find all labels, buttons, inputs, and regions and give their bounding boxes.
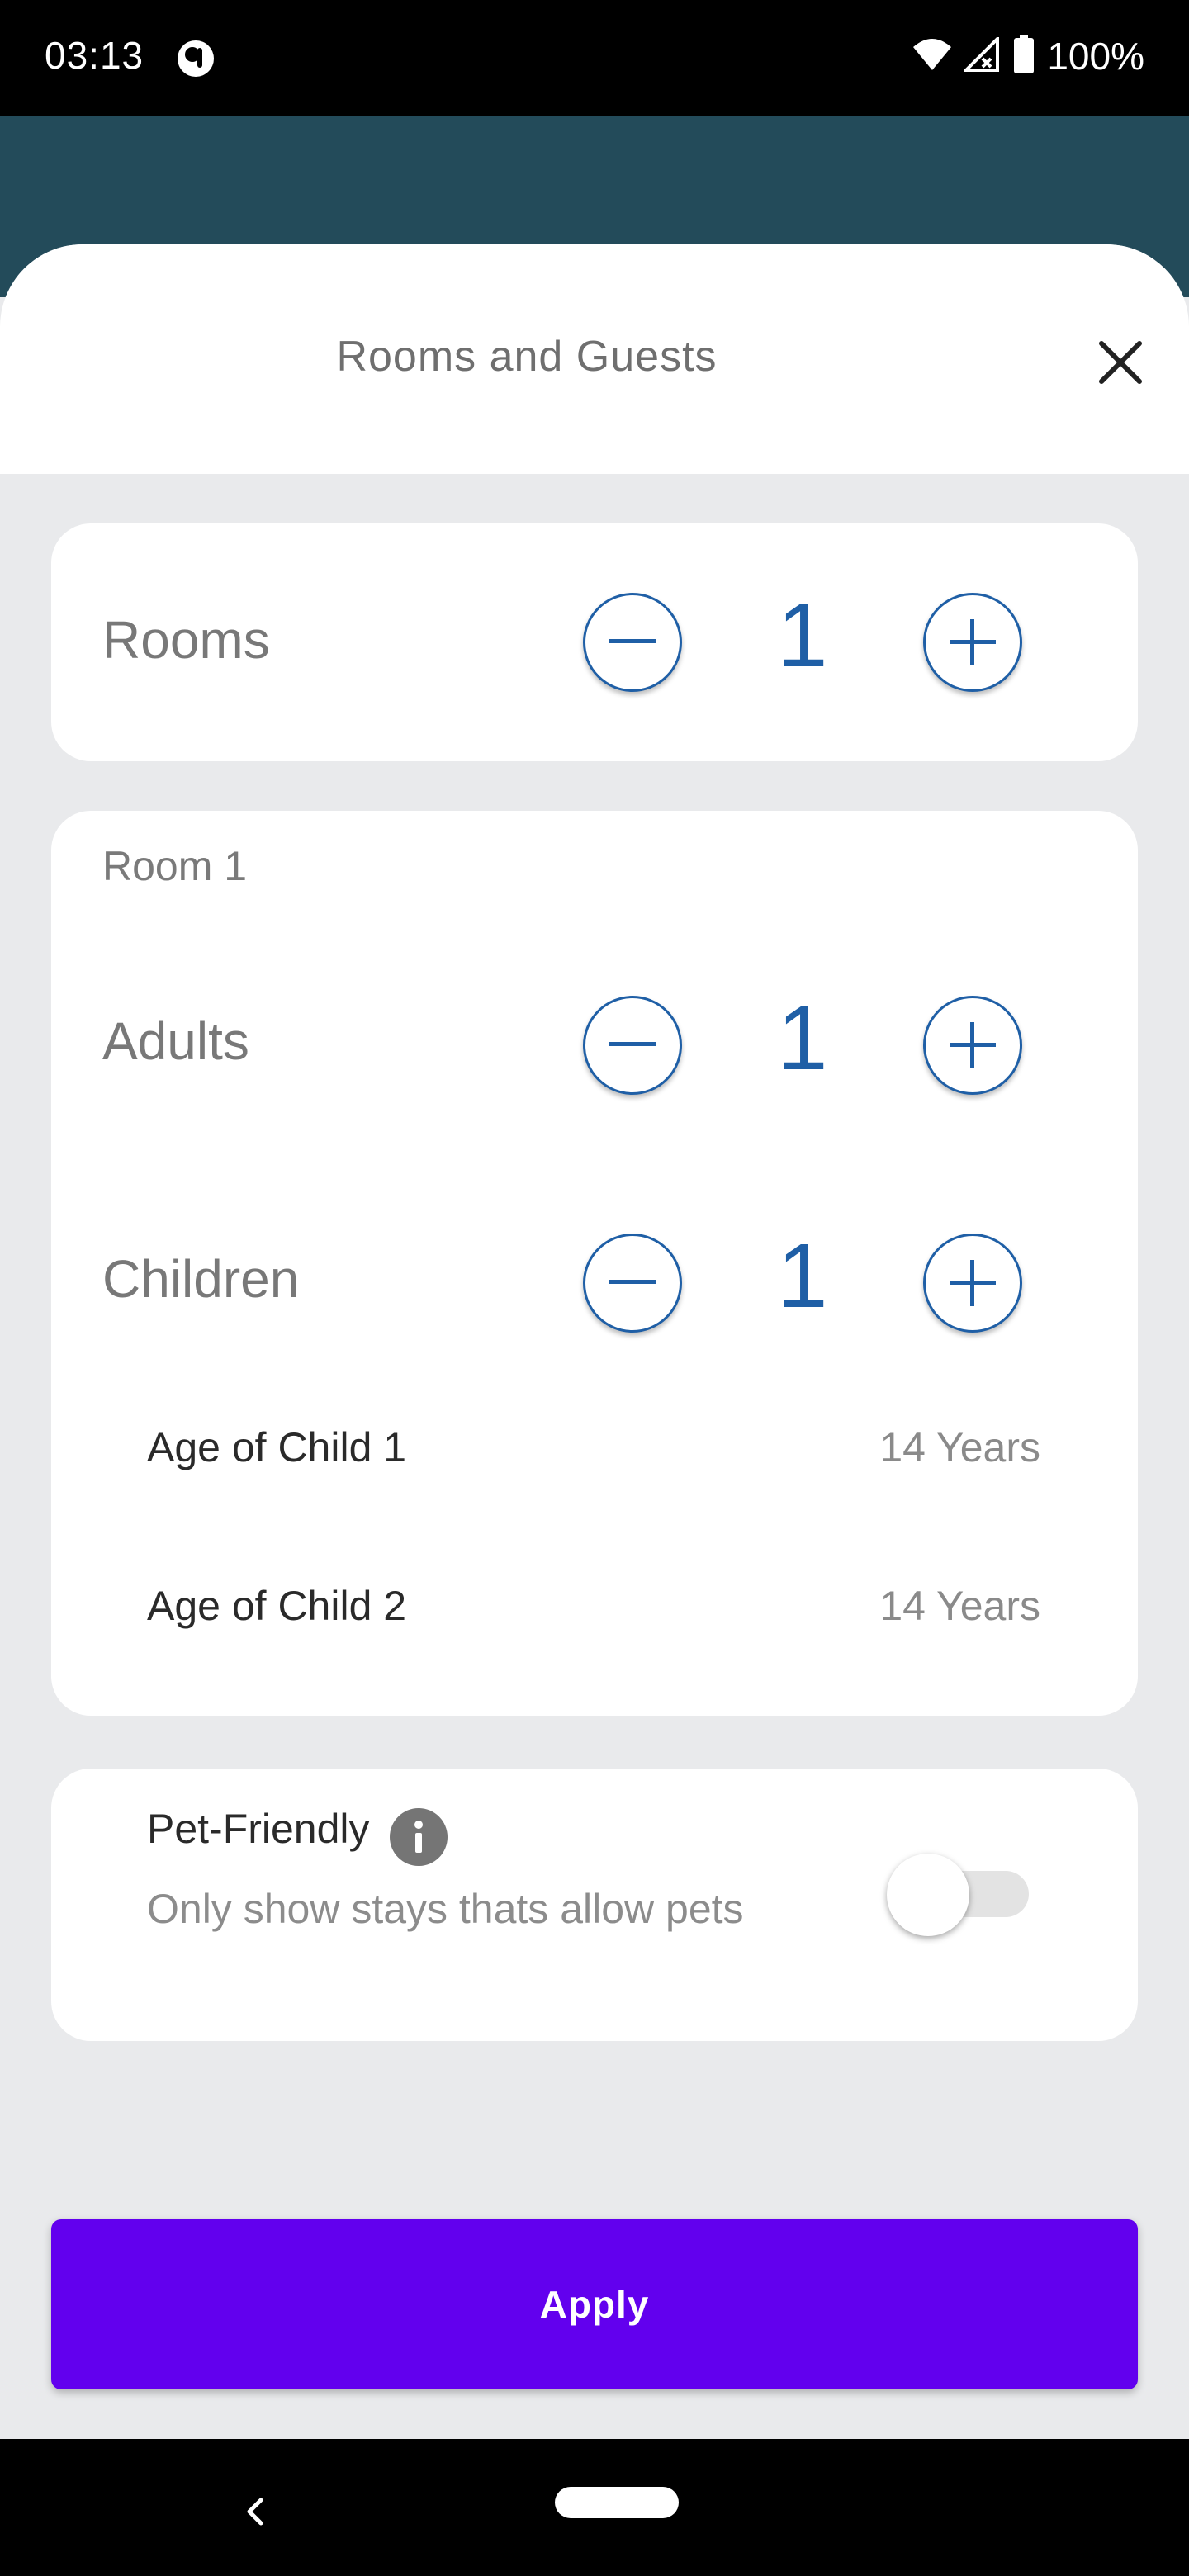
minus-icon	[609, 1042, 656, 1046]
home-pill[interactable]	[555, 2487, 679, 2518]
plus-icon	[950, 1022, 996, 1068]
adults-decrement-button[interactable]	[583, 996, 682, 1095]
adults-value: 1	[777, 987, 828, 1089]
child-age-label: Age of Child 2	[147, 1583, 407, 1629]
children-increment-button[interactable]	[923, 1234, 1022, 1333]
sheet-header: Rooms and Guests	[0, 244, 1189, 474]
minus-icon	[609, 639, 656, 643]
rooms-card: Rooms 1	[51, 523, 1138, 761]
room1-card: Room 1 Adults 1 Children 1 Age of Child …	[51, 811, 1138, 1716]
plus-icon	[950, 619, 996, 665]
status-time: 03:13	[45, 34, 144, 77]
pet-friendly-description: Only show stays thats allow pets	[147, 1886, 744, 1932]
wifi-icon	[912, 37, 953, 76]
rooms-value: 1	[777, 585, 828, 686]
close-button[interactable]	[1090, 332, 1151, 393]
children-value: 1	[777, 1225, 828, 1327]
battery-icon	[1012, 34, 1035, 78]
sheet-title: Rooms and Guests	[336, 333, 718, 381]
rooms-increment-button[interactable]	[923, 593, 1022, 692]
child-age-value[interactable]: 14 Years	[879, 1582, 1040, 1630]
pet-friendly-card: Pet-Friendly Only show stays thats allow…	[51, 1769, 1138, 2041]
children-label: Children	[102, 1249, 300, 1309]
room1-title: Room 1	[102, 843, 248, 889]
toggle-knob	[887, 1854, 969, 1936]
minus-icon	[609, 1280, 656, 1284]
signal-icon	[962, 34, 1001, 76]
pet-friendly-title: Pet-Friendly	[147, 1806, 370, 1852]
status-right-group: 100%	[912, 30, 1144, 83]
rooms-decrement-button[interactable]	[583, 593, 682, 692]
rooms-guests-sheet: Rooms and Guests Rooms 1 Room 1 Adults 1…	[0, 244, 1189, 2439]
status-bar: 03:13 100%	[0, 0, 1189, 116]
child-age-value[interactable]: 14 Years	[879, 1423, 1040, 1471]
rooms-label: Rooms	[102, 610, 270, 670]
notification-icon	[175, 38, 216, 79]
close-icon	[1099, 341, 1142, 384]
adults-label: Adults	[102, 1011, 249, 1071]
plus-icon	[950, 1260, 996, 1306]
pet-friendly-toggle[interactable]	[887, 1849, 1032, 1940]
battery-percent: 100%	[1047, 35, 1144, 78]
adults-increment-button[interactable]	[923, 996, 1022, 1095]
back-icon[interactable]	[236, 2492, 276, 2531]
child-age-label: Age of Child 1	[147, 1424, 407, 1470]
apply-button[interactable]: Apply	[51, 2219, 1138, 2389]
children-decrement-button[interactable]	[583, 1234, 682, 1333]
navigation-bar	[0, 2439, 1189, 2576]
info-icon[interactable]	[390, 1808, 448, 1866]
